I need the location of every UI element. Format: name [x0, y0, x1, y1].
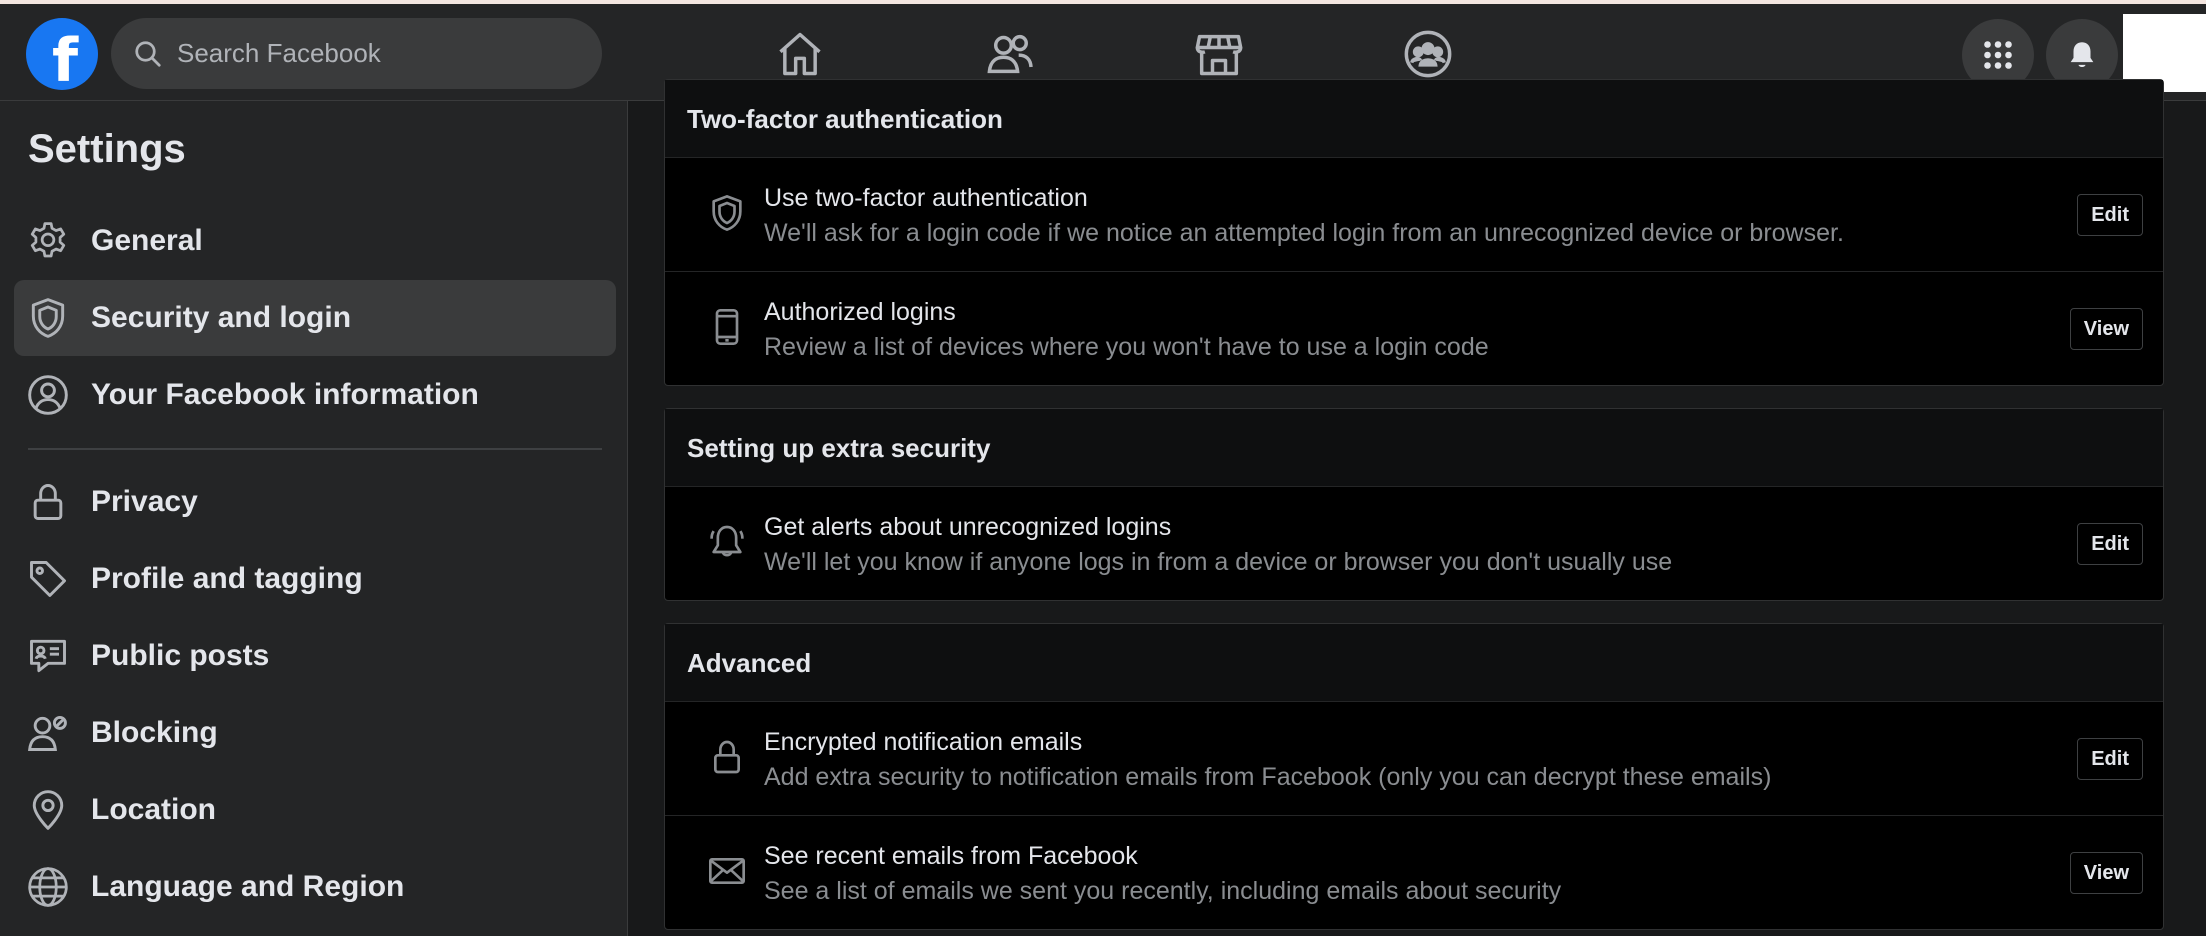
marketplace-icon[interactable] — [1193, 28, 1245, 80]
sidebar-item-label: Location — [91, 793, 216, 826]
sidebar-item-privacy[interactable]: Privacy — [14, 464, 616, 540]
list-item: Encrypted notification emails Add extra … — [665, 702, 2163, 815]
bell-icon — [710, 525, 744, 557]
lock-icon — [33, 484, 63, 520]
row-title: Authorized logins — [764, 298, 956, 326]
friends-icon[interactable] — [984, 28, 1036, 80]
home-icon[interactable] — [774, 28, 826, 80]
row-title: Get alerts about unrecognized logins — [764, 513, 1172, 541]
row-description: See a list of emails we sent you recentl… — [764, 877, 1562, 905]
sidebar-item-label: General — [91, 224, 203, 257]
section-advanced: Advanced Encrypted notification emails A… — [664, 623, 2164, 930]
gear-icon — [30, 222, 66, 258]
facebook-logo-letter: f — [51, 26, 79, 96]
tag-icon — [30, 561, 66, 597]
location-pin-icon — [32, 790, 64, 830]
blocking-icon — [28, 715, 67, 751]
groups-icon[interactable] — [1402, 28, 1454, 80]
user-circle-icon — [28, 375, 68, 415]
lock-icon — [714, 740, 740, 774]
section-heading: Two-factor authentication — [687, 104, 1003, 134]
edit-button[interactable]: Edit — [2077, 738, 2143, 780]
view-button[interactable]: View — [2069, 852, 2143, 894]
list-item: Authorized logins Review a list of devic… — [665, 271, 2163, 384]
row-title: See recent emails from Facebook — [764, 842, 1138, 870]
facebook-logo[interactable]: f — [26, 18, 98, 96]
section-header: Setting up extra security — [665, 409, 2163, 487]
list-item: Use two-factor authentication We'll ask … — [665, 158, 2163, 271]
sidebar-item-your-facebook-information[interactable]: Your Facebook information — [14, 357, 616, 433]
sidebar-item-public-posts[interactable]: Public posts — [14, 618, 616, 694]
section-heading: Advanced — [687, 648, 812, 678]
section-header: Advanced — [665, 624, 2163, 702]
envelope-icon — [709, 858, 745, 884]
sidebar-item-location[interactable]: Location — [14, 772, 616, 848]
settings-title: Settings — [28, 127, 186, 171]
sidebar-item-label: Public posts — [91, 639, 270, 672]
list-item: See recent emails from Facebook See a li… — [665, 815, 2163, 928]
view-button[interactable]: View — [2069, 308, 2143, 350]
phone-icon — [715, 309, 739, 345]
sidebar-item-label: Your Facebook information — [91, 378, 479, 411]
sidebar-item-label: Language and Region — [91, 870, 405, 903]
row-description: Add extra security to notification email… — [764, 763, 1772, 791]
notifications-bell-icon — [2070, 42, 2094, 68]
sidebar-item-label: Privacy — [91, 485, 198, 518]
sidebar-item-security-and-login[interactable]: Security and login — [14, 280, 616, 356]
section-heading: Setting up extra security — [687, 433, 991, 463]
sidebar-divider — [28, 448, 602, 450]
row-description: Review a list of devices where you won't… — [764, 333, 1489, 361]
row-title: Encrypted notification emails — [764, 728, 1083, 756]
row-description: We'll ask for a login code if we notice … — [764, 219, 1844, 247]
settings-sidebar: Settings General Security and login Your… — [0, 101, 628, 936]
section-setting-up-extra-security: Setting up extra security Get alerts abo… — [664, 408, 2164, 601]
section-header: Two-factor authentication — [665, 80, 2163, 158]
row-title: Use two-factor authentication — [764, 184, 1088, 212]
search-input[interactable]: Search Facebook — [111, 18, 602, 89]
sidebar-item-general[interactable]: General — [14, 203, 616, 279]
sidebar-item-blocking[interactable]: Blocking — [14, 695, 616, 771]
settings-content: Two-factor authentication Use two-factor… — [628, 79, 2206, 936]
shield-icon — [31, 298, 65, 338]
list-item: Get alerts about unrecognized logins We'… — [665, 487, 2163, 600]
edit-button[interactable]: Edit — [2077, 194, 2143, 236]
globe-icon — [28, 867, 68, 907]
edit-button[interactable]: Edit — [2077, 523, 2143, 565]
sidebar-item-label: Security and login — [91, 301, 352, 334]
section-two-factor-authentication: Two-factor authentication Use two-factor… — [664, 79, 2164, 386]
sidebar-item-label: Blocking — [91, 716, 218, 749]
row-description: We'll let you know if anyone logs in fro… — [764, 548, 1673, 576]
search-placeholder: Search Facebook — [177, 38, 381, 68]
search-icon — [135, 40, 161, 67]
menu-grid-icon — [1984, 41, 2012, 69]
sidebar-item-language-and-region[interactable]: Language and Region — [14, 849, 616, 925]
shield-icon — [712, 195, 742, 232]
sidebar-item-label: Profile and tagging — [91, 562, 363, 595]
public-posts-icon — [30, 639, 66, 673]
sidebar-item-profile-and-tagging[interactable]: Profile and tagging — [14, 541, 616, 617]
